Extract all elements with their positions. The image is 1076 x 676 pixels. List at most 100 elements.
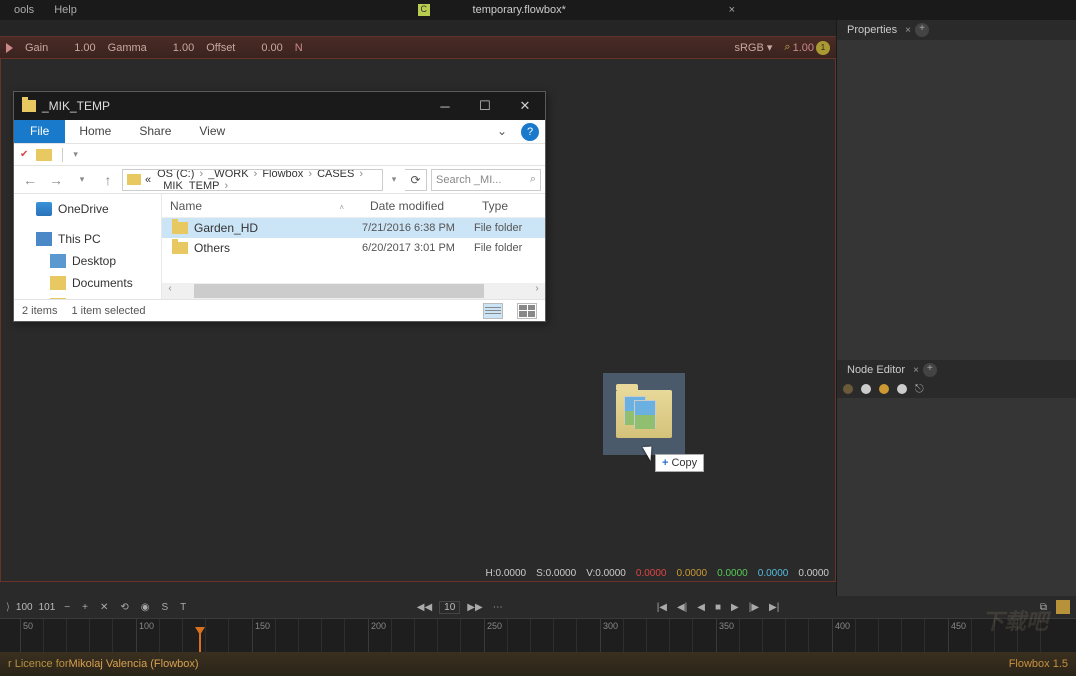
play-back-icon[interactable]: ◀ <box>694 602 708 613</box>
breadcrumb-item[interactable]: _WORK <box>206 169 250 180</box>
globe-icon[interactable]: ◉ <box>138 602 153 613</box>
menu-help[interactable]: Help <box>44 4 87 16</box>
col-name[interactable]: Name˄ <box>162 199 362 213</box>
offset-value[interactable]: 0.00 <box>261 42 282 54</box>
sort-icon: ˄ <box>339 203 344 212</box>
node-editor-tab[interactable]: Node Editor <box>843 364 909 376</box>
menu-tools[interactable]: ools <box>4 4 44 16</box>
current-frame[interactable]: 101 <box>39 602 56 613</box>
view-icons-button[interactable] <box>517 303 537 319</box>
ribbon-home-tab[interactable]: Home <box>65 120 125 143</box>
ellipsis-icon[interactable]: ⋯ <box>490 602 506 613</box>
go-start-icon[interactable]: |◀ <box>654 602 670 613</box>
nav-back-icon[interactable]: ← <box>18 169 42 191</box>
close-button[interactable]: ✕ <box>505 92 545 120</box>
play-icon[interactable] <box>6 43 13 53</box>
qa-dropdown-icon[interactable]: ▾ <box>73 149 78 160</box>
node-editor-close-icon[interactable]: × <box>913 365 919 376</box>
breadcrumb-item[interactable]: OS (C:) <box>155 169 196 180</box>
node-tool-4-icon[interactable] <box>897 384 907 394</box>
timeline-ruler[interactable]: 50100150200250300350400450 <box>0 618 1076 652</box>
scroll-right-icon[interactable]: › <box>529 283 545 299</box>
path-dropdown-icon[interactable]: ▾ <box>385 169 403 191</box>
breadcrumb-item[interactable]: CASES <box>315 169 356 180</box>
file-explorer-window[interactable]: _MIK_TEMP ─ ☐ ✕ File Home Share View ⌄ ?… <box>13 91 546 322</box>
zoom-reset-icon[interactable]: 1 <box>816 41 830 55</box>
node-tool-2-icon[interactable] <box>861 384 871 394</box>
qa-folder-icon[interactable] <box>36 149 52 161</box>
explorer-ribbon: File Home Share View ⌄ ? <box>14 120 545 144</box>
zoom-control[interactable]: ⌕ 1.00 1 <box>784 41 830 55</box>
colorspace-dropdown[interactable]: sRGB ▾ <box>734 41 772 54</box>
pc-icon <box>36 232 52 246</box>
maximize-button[interactable]: ☐ <box>465 92 505 120</box>
properties-close-icon[interactable]: × <box>905 25 911 36</box>
node-tool-3-icon[interactable] <box>879 384 889 394</box>
gain-value[interactable]: 1.00 <box>74 42 95 54</box>
nav-onedrive[interactable]: OneDrive <box>14 198 161 220</box>
scroll-left-icon[interactable]: ‹ <box>162 283 178 299</box>
explorer-nav-pane[interactable]: OneDrive This PC Desktop Documents Downl… <box>14 194 162 299</box>
step-fwd-icon[interactable]: |▶ <box>746 602 762 613</box>
minus-icon[interactable]: − <box>61 602 73 613</box>
ribbon-collapse-icon[interactable]: ⌄ <box>489 120 515 143</box>
h-scrollbar[interactable]: ‹ › <box>162 283 545 299</box>
toggle-b-icon[interactable] <box>1056 600 1070 614</box>
node-editor-body[interactable] <box>837 398 1076 616</box>
view-details-button[interactable] <box>483 303 503 319</box>
breadcrumb-item[interactable]: _MIK_TEMP <box>155 180 221 191</box>
s-label[interactable]: S <box>158 602 171 613</box>
go-end-icon[interactable]: ▶| <box>766 602 782 613</box>
qa-pin-icon[interactable]: ✔ <box>20 149 28 160</box>
document-title[interactable]: temporary.flowbox* <box>473 4 566 16</box>
crop-icon[interactable]: ✕ <box>97 602 111 613</box>
close-tab-icon[interactable]: × <box>723 4 741 16</box>
node-tool-1-icon[interactable] <box>843 384 853 394</box>
explorer-file-list[interactable]: Name˄ Date modified Type Garden_HD7/21/2… <box>162 194 545 299</box>
ribbon-file-tab[interactable]: File <box>14 120 65 143</box>
search-input[interactable]: Search _MI... ⌕ <box>431 169 541 191</box>
breadcrumb-path[interactable]: « OS (C:) › _WORK › Flowbox › CASES › _M… <box>122 169 383 191</box>
nav-up-icon[interactable]: ↑ <box>96 169 120 191</box>
rewind-icon[interactable]: ◀◀ <box>414 602 435 613</box>
refresh-icon[interactable]: ⟳ <box>405 169 427 191</box>
col-date[interactable]: Date modified <box>362 199 474 213</box>
stop-icon[interactable]: ■ <box>712 602 724 613</box>
help-icon[interactable]: ? <box>521 123 539 141</box>
add-node-panel-icon[interactable]: + <box>923 363 937 377</box>
t-label[interactable]: T <box>177 602 189 613</box>
start-frame[interactable]: 100 <box>16 602 33 613</box>
gamma-value[interactable]: 1.00 <box>173 42 194 54</box>
explorer-title: _MIK_TEMP <box>42 99 110 113</box>
plus-icon[interactable]: + <box>79 602 91 613</box>
node-toolbar: ⎋ <box>837 380 1076 398</box>
node-tool-5-icon[interactable]: ⎋ <box>915 383 924 396</box>
play-fwd-icon[interactable]: ▶ <box>728 602 742 613</box>
minimize-button[interactable]: ─ <box>425 92 465 120</box>
nav-recent-icon[interactable]: ▾ <box>70 169 94 191</box>
scroll-thumb[interactable] <box>194 284 484 298</box>
table-row[interactable]: Others6/20/2017 3:01 PMFile folder <box>162 238 545 258</box>
nav-desktop[interactable]: Desktop <box>14 250 161 272</box>
ribbon-share-tab[interactable]: Share <box>125 120 185 143</box>
node-editor-panel: Node Editor × + ⎋ <box>837 360 1076 616</box>
channel-label[interactable]: N <box>295 42 303 54</box>
nav-documents[interactable]: Documents <box>14 272 161 294</box>
step-back-icon[interactable]: ◀| <box>674 602 690 613</box>
properties-tab[interactable]: Properties <box>843 24 901 36</box>
path-prefix[interactable]: « <box>143 174 153 186</box>
table-row[interactable]: Garden_HD7/21/2016 6:38 PMFile folder <box>162 218 545 238</box>
path-folder-icon <box>127 174 141 185</box>
search-icon: ⌕ <box>530 173 536 186</box>
breadcrumb-item[interactable]: Flowbox <box>260 169 305 180</box>
ffwd-icon[interactable]: ▶▶ <box>464 602 485 613</box>
rate-field[interactable]: 10 <box>439 601 460 614</box>
ribbon-view-tab[interactable]: View <box>185 120 239 143</box>
explorer-titlebar[interactable]: _MIK_TEMP ─ ☐ ✕ <box>14 92 545 120</box>
add-panel-icon[interactable]: + <box>915 23 929 37</box>
link-icon[interactable]: ⟲ <box>117 602 131 613</box>
col-type[interactable]: Type <box>474 199 545 213</box>
nav-thispc[interactable]: This PC <box>14 228 161 250</box>
folder-icon <box>22 100 36 112</box>
nav-fwd-icon[interactable]: → <box>44 169 68 191</box>
